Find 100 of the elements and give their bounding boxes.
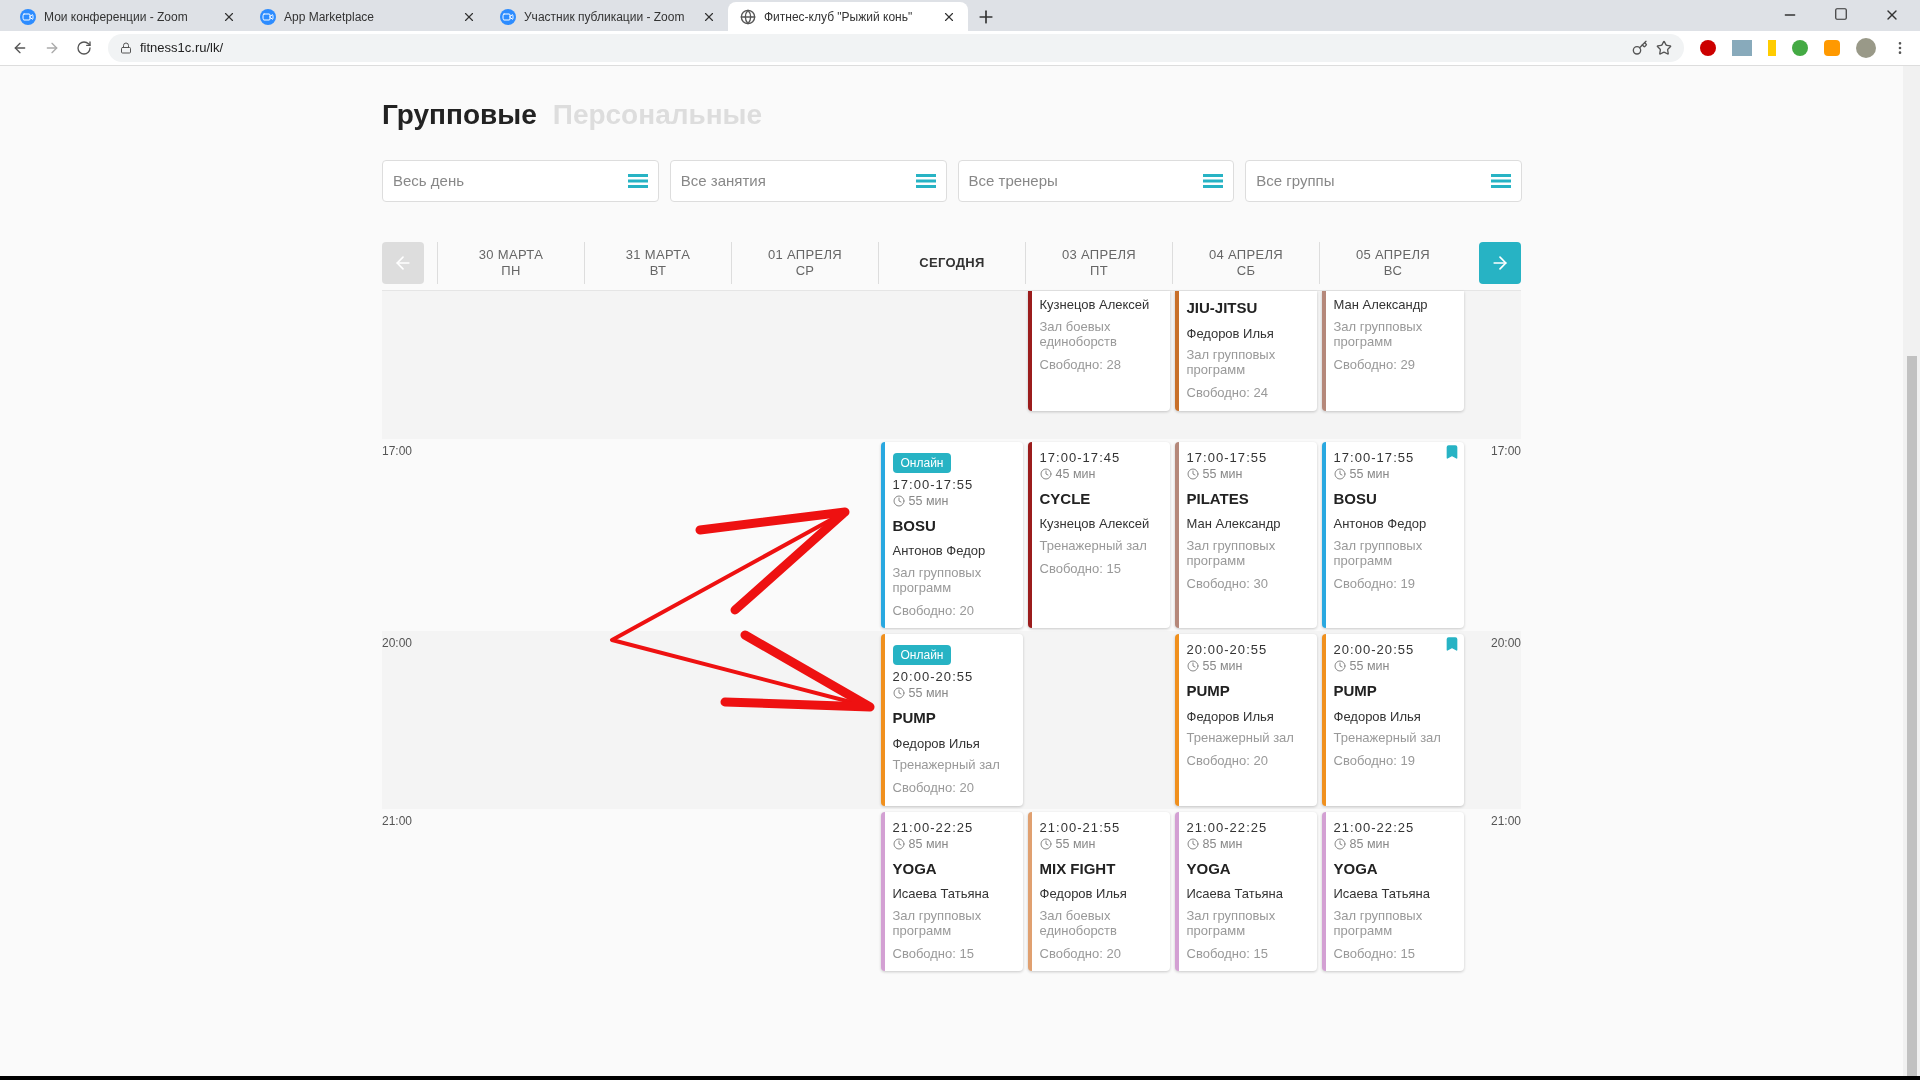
time-label: 17:00 <box>382 443 413 458</box>
class-card[interactable]: 21:00-21:55 55 мин MIX FIGHT Федоров Илья Зал боевых единоборств Свободно: 20 <box>1027 811 1170 972</box>
filter-dropdown[interactable]: Весь день <box>382 160 659 203</box>
class-card[interactable]: 21:00-22:25 85 мин YOGA Исаева Татьяна Зал групповых программ Свободно: 15 <box>880 811 1023 972</box>
clock-icon <box>1333 837 1346 850</box>
filter-dropdown[interactable]: Все тренеры <box>957 160 1235 203</box>
free-spots: Свободно: 24 <box>1186 384 1269 403</box>
class-time: 21:00-22:25 <box>892 819 975 836</box>
time-label: 20:00 <box>382 636 413 651</box>
key-icon[interactable] <box>1632 40 1648 57</box>
room-name: Тренажерный зал <box>892 757 1001 773</box>
time-label: 21:00 <box>1490 813 1521 828</box>
free-spots: Свободно: 20 <box>892 601 975 620</box>
class-title: PUMP <box>892 708 937 729</box>
class-duration: 55 мин <box>908 492 949 509</box>
room-name: Зал групповых программ <box>892 564 983 595</box>
class-card[interactable]: Онлайн 20:00-20:55 55 мин PUMP Федоров Илья Тренажерный зал Свободно: 20 <box>880 634 1023 806</box>
day-header[interactable]: СЕГОДНЯ <box>878 242 1025 285</box>
video-camera-icon <box>500 8 516 25</box>
class-title: YOGA <box>892 858 938 879</box>
free-spots: Свободно: 20 <box>1039 944 1122 963</box>
room-name: Зал групповых программ <box>1333 537 1424 568</box>
list-icon <box>1203 173 1224 190</box>
class-duration: 85 мин <box>1349 835 1390 852</box>
class-duration: 45 мин <box>1055 465 1096 482</box>
class-card[interactable]: 17:00-17:55 55 мин PILATES Ман Александр Зал групповых программ Свободно: 30 <box>1174 441 1317 629</box>
tab-title: Мои конференции - Zoom <box>44 8 189 26</box>
lock-icon <box>120 42 132 55</box>
video-camera-icon <box>260 8 276 25</box>
day-header[interactable]: 01 АПРЕЛЯ СР <box>731 242 878 285</box>
browser-tab[interactable]: Фитнес-клуб "Рыжий конь" <box>728 2 968 32</box>
day-weekday: ПТ <box>1090 263 1108 280</box>
filter-input[interactable]: Все группы <box>1256 169 1491 193</box>
online-badge: Онлайн <box>892 452 952 473</box>
time-label: 21:00 <box>382 813 413 828</box>
free-spots: Свободно: 19 <box>1333 752 1416 771</box>
trainer-name: Антонов Федор <box>1333 515 1428 534</box>
class-card[interactable]: 17:00-17:45 45 мин CYCLE Кузнецов Алексей Тренажерный зал Свободно: 15 <box>1027 441 1170 629</box>
clock-icon <box>1333 467 1346 480</box>
trainer-name: Федоров Илья <box>1186 324 1275 343</box>
day-header[interactable]: 05 АПРЕЛЯ ВС <box>1319 242 1466 285</box>
room-name: Зал боевых единоборств <box>1039 907 1118 938</box>
globe-icon <box>740 8 756 25</box>
filter-input[interactable]: Все тренеры <box>968 169 1204 193</box>
trainer-name: Ман Александр <box>1333 296 1429 315</box>
class-card[interactable]: Онлайн 17:00-17:55 55 мин BOSU Антонов Федор Зал групповых программ Свободно: 20 <box>880 441 1023 629</box>
browser-tab[interactable]: App Marketplace <box>248 2 488 32</box>
class-card[interactable]: 17:00-17:55 55 мин BOSU Антонов Федор Зал групповых программ Свободно: 19 <box>1321 441 1464 629</box>
class-time: 20:00-20:55 <box>1186 642 1269 659</box>
filter-dropdown[interactable]: Все занятия <box>669 160 947 203</box>
scrollbar[interactable] <box>1903 66 1920 1077</box>
day-date: 05 АПРЕЛЯ <box>1355 247 1431 264</box>
class-time: 21:00-22:25 <box>1333 819 1416 836</box>
class-card[interactable]: 20:00-20:55 55 мин PUMP Федоров Илья Тренажерный зал Свободно: 19 <box>1321 634 1464 806</box>
address-bar[interactable]: fitness1c.ru/lk/ <box>108 34 1684 63</box>
day-header[interactable]: 03 АПРЕЛЯ ПТ <box>1025 242 1172 285</box>
trainer-name: Исаева Татьяна <box>1333 885 1431 904</box>
day-weekday: ВТ <box>649 263 667 280</box>
video-camera-icon <box>20 8 36 25</box>
bookmark-star-icon[interactable] <box>1656 40 1672 57</box>
class-time: 20:00-20:55 <box>1333 642 1416 659</box>
class-card[interactable]: JIU-JITSU Федоров Илья Зал групповых программ Свободно: 24 <box>1174 291 1317 411</box>
avatar-icon[interactable] <box>1856 38 1876 59</box>
list-icon <box>627 173 648 190</box>
clock-icon <box>892 687 905 700</box>
class-title: YOGA <box>1333 858 1379 879</box>
browser-tab[interactable]: Участник публикации - Zoom <box>488 2 728 32</box>
day-header[interactable]: 30 МАРТА ПН <box>437 242 584 285</box>
tab-title: App Marketplace <box>284 8 376 26</box>
class-card[interactable]: 20:00-20:55 55 мин PUMP Федоров Илья Тренажерный зал Свободно: 20 <box>1174 634 1317 806</box>
class-card[interactable]: Кузнецов Алексей Зал боевых единоборств Свободно: 28 <box>1027 291 1170 411</box>
free-spots: Свободно: 20 <box>892 779 975 798</box>
class-time: 21:00-22:25 <box>1186 819 1269 836</box>
class-title: YOGA <box>1186 858 1232 879</box>
class-card[interactable]: 21:00-22:25 85 мин YOGA Исаева Татьяна Зал групповых программ Свободно: 15 <box>1321 811 1464 972</box>
extension-icon[interactable] <box>1700 40 1716 57</box>
restore-icon[interactable] <box>1834 7 1848 22</box>
class-time: 20:00-20:55 <box>892 669 975 686</box>
extension-icon[interactable] <box>1792 40 1808 57</box>
room-name: Зал групповых программ <box>1186 907 1277 938</box>
class-time: 17:00-17:45 <box>1039 449 1122 466</box>
class-title: JIU-JITSU <box>1186 298 1259 319</box>
filter-input[interactable]: Весь день <box>393 169 628 193</box>
room-name: Тренажерный зал <box>1333 730 1442 746</box>
room-name: Зал групповых программ <box>1333 907 1424 938</box>
clock-icon <box>892 494 905 507</box>
schedule-tab[interactable]: Групповые <box>382 94 537 137</box>
day-date: 31 МАРТА <box>625 247 691 264</box>
room-name: Зал групповых программ <box>892 907 983 938</box>
filter-input[interactable]: Все занятия <box>680 169 916 193</box>
filter-dropdown[interactable]: Все группы <box>1245 160 1522 203</box>
room-name: Зал боевых единоборств <box>1039 318 1118 349</box>
class-duration: 55 мин <box>1202 465 1243 482</box>
day-header[interactable]: 31 МАРТА ВТ <box>584 242 731 285</box>
class-card[interactable]: 21:00-22:25 85 мин YOGA Исаева Татьяна Зал групповых программ Свободно: 15 <box>1174 811 1317 972</box>
trainer-name: Кузнецов Алексей <box>1039 296 1151 315</box>
day-header[interactable]: 04 АПРЕЛЯ СБ <box>1172 242 1319 285</box>
browser-tab[interactable]: Мои конференции - Zoom <box>8 2 248 32</box>
class-card[interactable]: Ман Александр Зал групповых программ Свободно: 29 <box>1321 291 1464 411</box>
reload-icon[interactable] <box>76 40 92 57</box>
